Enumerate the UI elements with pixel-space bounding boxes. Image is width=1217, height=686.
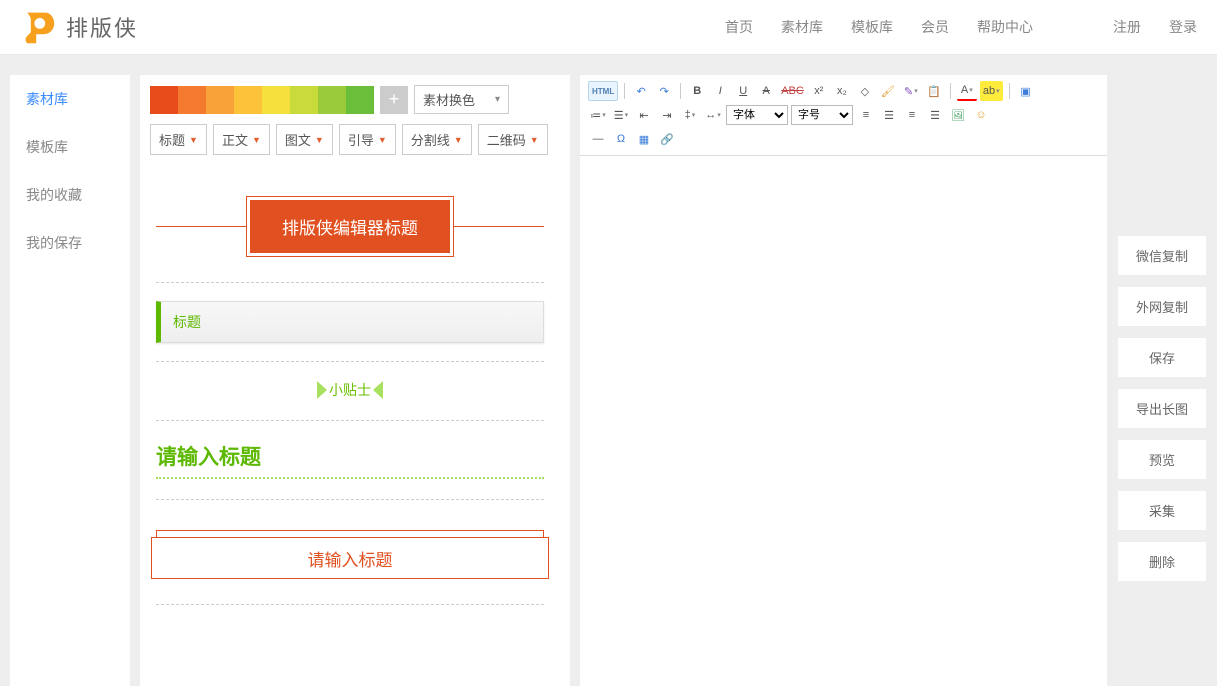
swatch-1[interactable]	[150, 86, 178, 114]
cat-title[interactable]: 标题▼	[150, 124, 207, 155]
hr-button[interactable]: —	[588, 129, 608, 149]
editor-panel: HTML ↶ ↷ B I U A ABC x² x₂ ◇ 🖌 ✎▾ 📋 A▾ a…	[580, 75, 1107, 686]
subscript-button[interactable]: x₂	[832, 81, 852, 101]
italic-button[interactable]: I	[710, 81, 730, 101]
material-panel: + 素材换色 标题▼ 正文▼ 图文▼ 引导▼ 分割线▼ 二维码▼ 排版侠编辑器标…	[140, 75, 570, 686]
wechat-copy-button[interactable]: 微信复制	[1117, 235, 1207, 276]
header: 排版侠 首页 素材库 模板库 会员 帮助中心 注册 登录	[0, 0, 1217, 55]
cat-body[interactable]: 正文▼	[213, 124, 270, 155]
sidebar-tab-materials[interactable]: 素材库	[10, 75, 130, 123]
sidebar-tab-templates[interactable]: 模板库	[10, 123, 130, 171]
font-size-select[interactable]: 字号	[791, 105, 853, 125]
table-button[interactable]: ▦	[634, 129, 654, 149]
sidebar: 素材库 模板库 我的收藏 我的保存	[10, 75, 130, 686]
html-source-button[interactable]: HTML	[588, 81, 618, 101]
save-button[interactable]: 保存	[1117, 337, 1207, 378]
template-3-text: 小贴士	[329, 380, 371, 400]
logo-icon	[20, 9, 56, 45]
cat-divider[interactable]: 分割线▼	[402, 124, 472, 155]
swatch-4[interactable]	[234, 86, 262, 114]
align-left-button[interactable]: ≡	[856, 105, 876, 125]
unordered-list-button[interactable]: ☰▾	[611, 105, 631, 125]
align-right-button[interactable]: ≡	[902, 105, 922, 125]
template-1-text: 排版侠编辑器标题	[250, 200, 450, 253]
color-picker-row: + 素材换色	[150, 85, 560, 114]
underline-button[interactable]: U	[733, 81, 753, 101]
remove-format-button[interactable]: ABC	[779, 81, 806, 101]
swatch-8[interactable]	[346, 86, 374, 114]
font-color-button[interactable]: A▾	[957, 81, 977, 101]
special-char-button[interactable]: Ω	[611, 129, 631, 149]
strikethrough-button[interactable]: A	[756, 81, 776, 101]
align-center-button[interactable]: ☰	[879, 105, 899, 125]
swatch-7[interactable]	[318, 86, 346, 114]
template-title-5[interactable]: 请输入标题	[156, 530, 544, 574]
nav-member[interactable]: 会员	[921, 17, 949, 37]
bg-color-button[interactable]: ab▾	[980, 81, 1003, 101]
template-title-1[interactable]: 排版侠编辑器标题	[156, 196, 544, 257]
editor-toolbar: HTML ↶ ↷ B I U A ABC x² x₂ ◇ 🖌 ✎▾ 📋 A▾ a…	[580, 75, 1107, 156]
sidebar-tab-saved[interactable]: 我的保存	[10, 219, 130, 267]
paste-button[interactable]: 📋	[924, 81, 944, 101]
login-link[interactable]: 登录	[1169, 17, 1197, 37]
color-mode-label: 素材换色	[423, 90, 475, 109]
nav-help[interactable]: 帮助中心	[977, 17, 1033, 37]
export-image-button[interactable]: 导出长图	[1117, 388, 1207, 429]
insert-image-button[interactable]: 🖼	[948, 105, 968, 125]
collect-button[interactable]: 采集	[1117, 490, 1207, 531]
nav-templates[interactable]: 模板库	[851, 17, 893, 37]
letter-spacing-button[interactable]: ↔▾	[703, 105, 723, 125]
format-painter-button[interactable]: 🖌	[878, 81, 898, 101]
swatch-6[interactable]	[290, 86, 318, 114]
redo-button[interactable]: ↷	[654, 81, 674, 101]
main-content: 素材库 模板库 我的收藏 我的保存 + 素材换色 标题▼ 正文▼ 图文▼ 引导▼	[0, 55, 1217, 686]
auth-nav: 注册 登录	[1113, 17, 1197, 37]
eraser-button[interactable]: ◇	[855, 81, 875, 101]
web-copy-button[interactable]: 外网复制	[1117, 286, 1207, 327]
nav-home[interactable]: 首页	[725, 17, 753, 37]
outdent-button[interactable]: ⇤	[634, 105, 654, 125]
template-5-text: 请输入标题	[151, 537, 549, 579]
cat-image-text[interactable]: 图文▼	[276, 124, 333, 155]
fullscreen-button[interactable]: ▣	[1016, 81, 1036, 101]
ordered-list-button[interactable]: ≔▾	[588, 105, 608, 125]
indent-button[interactable]: ⇥	[657, 105, 677, 125]
color-mode-select[interactable]: 素材换色	[414, 85, 509, 114]
category-row: 标题▼ 正文▼ 图文▼ 引导▼ 分割线▼ 二维码▼	[150, 124, 560, 155]
color-swatches	[150, 86, 374, 114]
bold-button[interactable]: B	[687, 81, 707, 101]
align-justify-button[interactable]: ☰	[925, 105, 945, 125]
swatch-3[interactable]	[206, 86, 234, 114]
template-title-3[interactable]: 小贴士	[156, 380, 544, 402]
nav-materials[interactable]: 素材库	[781, 17, 823, 37]
line-height-button[interactable]: ‡▾	[680, 105, 700, 125]
brush-button[interactable]: ✎▾	[901, 81, 921, 101]
swatch-5[interactable]	[262, 86, 290, 114]
delete-button[interactable]: 删除	[1117, 541, 1207, 582]
template-title-4[interactable]: 请输入标题	[156, 441, 544, 479]
sidebar-tab-favorites[interactable]: 我的收藏	[10, 171, 130, 219]
add-color-button[interactable]: +	[380, 86, 408, 114]
editor-content-area[interactable]	[580, 156, 1107, 686]
brand-name: 排版侠	[66, 11, 138, 43]
link-button[interactable]: 🔗	[657, 129, 677, 149]
register-link[interactable]: 注册	[1113, 17, 1141, 37]
superscript-button[interactable]: x²	[809, 81, 829, 101]
undo-button[interactable]: ↶	[631, 81, 651, 101]
logo[interactable]: 排版侠	[20, 9, 138, 45]
swatch-2[interactable]	[178, 86, 206, 114]
cat-guide[interactable]: 引导▼	[339, 124, 396, 155]
main-nav: 首页 素材库 模板库 会员 帮助中心	[725, 17, 1033, 37]
emoji-button[interactable]: ☺	[971, 105, 991, 125]
template-list[interactable]: 排版侠编辑器标题 标题 小贴士 请输入标题 请输入标题	[150, 165, 560, 665]
font-family-select[interactable]: 字体	[726, 105, 788, 125]
action-buttons: 微信复制 外网复制 保存 导出长图 预览 采集 删除	[1117, 75, 1207, 686]
template-title-2[interactable]: 标题	[156, 301, 544, 343]
cat-qrcode[interactable]: 二维码▼	[478, 124, 548, 155]
preview-button[interactable]: 预览	[1117, 439, 1207, 480]
